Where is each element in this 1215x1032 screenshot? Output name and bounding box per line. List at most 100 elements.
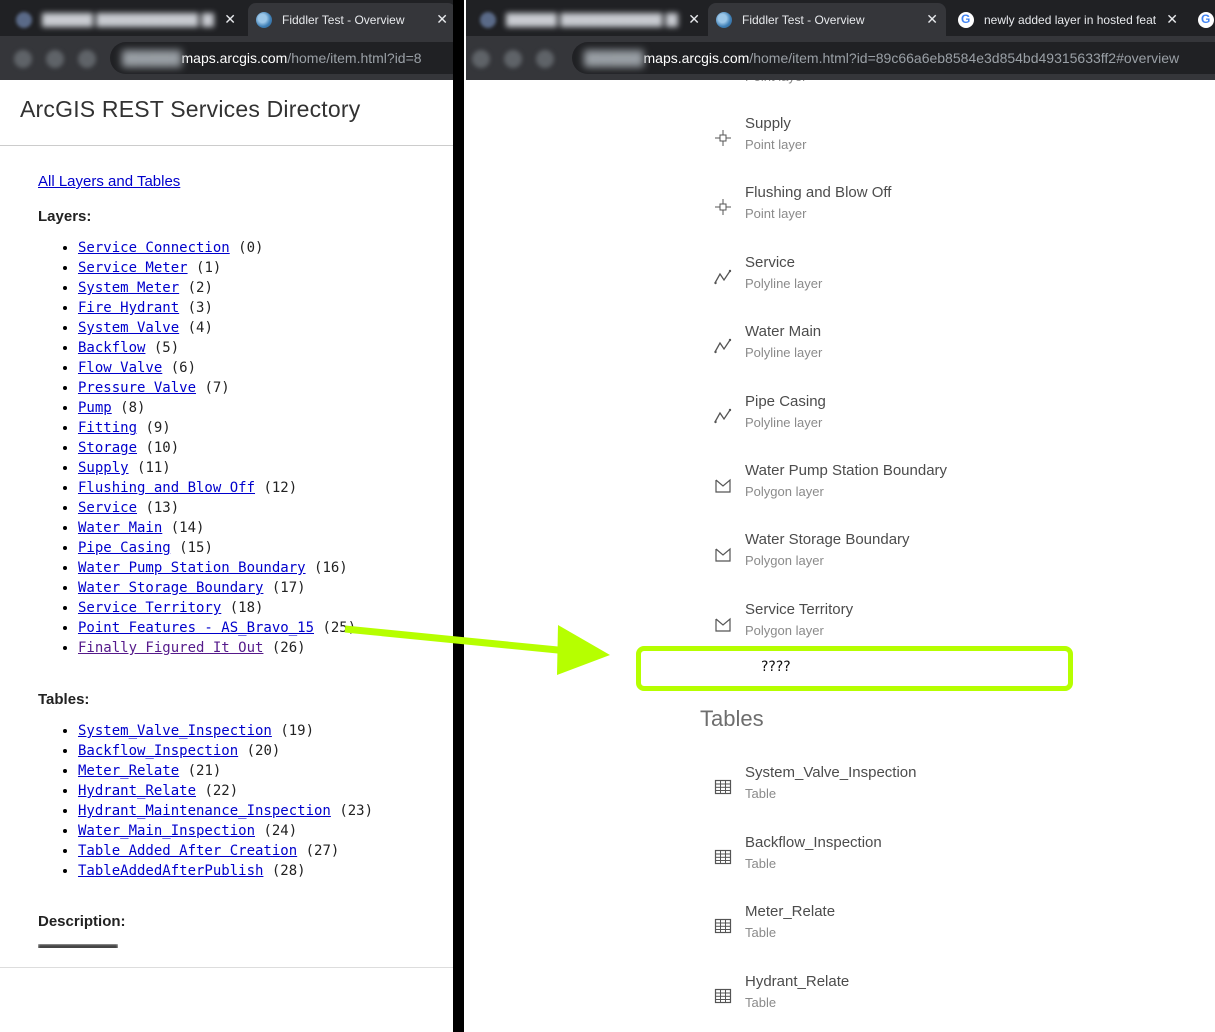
right-address-bar[interactable]: ██████maps.arcgis.com/home/item.html?id=… <box>572 42 1215 74</box>
service-link[interactable]: Water Storage Boundary <box>78 580 263 596</box>
right-tab-partial[interactable] <box>1190 3 1215 36</box>
overview-item[interactable]: Water Storage Boundary Polygon layer <box>466 531 1066 591</box>
overview-item[interactable]: Pipe Casing Polyline layer <box>466 393 1066 453</box>
service-link[interactable]: TableAddedAfterPublish <box>78 863 263 879</box>
left-tab-fiddler-overview[interactable]: Fiddler Test - Overview ✕ <box>248 3 456 36</box>
overview-item-name[interactable]: Pipe Casing <box>745 393 826 410</box>
right-toolbar: ██████maps.arcgis.com/home/item.html?id=… <box>466 36 1215 80</box>
polygon-icon <box>714 476 732 494</box>
service-link[interactable]: Pressure Valve <box>78 380 196 396</box>
forward-icon[interactable] <box>504 50 522 68</box>
reload-icon[interactable] <box>78 50 96 68</box>
right-tab-fiddler-overview[interactable]: Fiddler Test - Overview ✕ <box>708 3 946 36</box>
close-icon[interactable]: ✕ <box>1166 11 1178 28</box>
service-id: (13) <box>145 500 180 516</box>
left-address-bar[interactable]: ██████maps.arcgis.com/home/item.html?id=… <box>110 42 456 74</box>
polyline-icon <box>714 407 732 425</box>
service-link[interactable]: Table Added After Creation <box>78 843 297 859</box>
service-link[interactable]: Point Features - AS_Bravo_15 <box>78 620 314 636</box>
service-link[interactable]: Pipe Casing <box>78 540 171 556</box>
overview-item-name[interactable]: Supply <box>745 115 791 132</box>
close-icon[interactable]: ✕ <box>436 11 448 28</box>
service-link[interactable]: Service <box>78 500 137 516</box>
service-link[interactable]: Backflow <box>78 340 145 356</box>
tables-heading: Tables: <box>38 691 90 708</box>
google-icon <box>958 11 974 28</box>
service-link[interactable]: System Meter <box>78 280 179 296</box>
service-id: (16) <box>314 560 348 576</box>
close-icon[interactable]: ✕ <box>926 11 938 28</box>
service-link[interactable]: Backflow_Inspection <box>78 743 238 759</box>
overview-item-name[interactable]: Service <box>745 254 795 271</box>
overview-item[interactable]: Supply Point layer <box>466 115 1066 175</box>
close-icon[interactable]: ✕ <box>688 11 700 28</box>
service-id: (10) <box>145 440 180 456</box>
service-list-item: Hydrant_Relate (22) <box>78 781 373 801</box>
back-icon[interactable] <box>472 50 490 68</box>
right-tab-blurred[interactable]: ██████ ████████████ ██ ✕ <box>472 3 708 36</box>
overview-item[interactable]: Meter_Relate Table <box>466 903 1066 963</box>
service-link[interactable]: Flushing and Blow Off <box>78 480 255 496</box>
address-path: /home/item.html?id=8 <box>287 50 422 66</box>
overview-item-name[interactable]: Service Territory <box>745 601 853 618</box>
overview-item-name[interactable]: System_Valve_Inspection <box>745 764 916 781</box>
service-list-item: TableAddedAfterPublish (28) <box>78 861 373 881</box>
all-layers-and-tables-link[interactable]: All Layers and Tables <box>38 173 180 190</box>
missing-layer-highlight: ???? <box>636 646 1073 691</box>
service-link[interactable]: Service Meter <box>78 260 188 276</box>
service-link[interactable]: Hydrant_Relate <box>78 783 196 799</box>
overview-item-type: Point layer <box>745 206 807 222</box>
service-link[interactable]: Water Pump Station Boundary <box>78 560 306 576</box>
service-list-item: Water Pump Station Boundary (16) <box>78 558 356 578</box>
table-icon <box>714 987 732 1005</box>
service-list-item: Fitting (9) <box>78 418 356 438</box>
overview-item-name[interactable]: Water Main <box>745 323 821 340</box>
service-link[interactable]: Storage <box>78 440 137 456</box>
back-icon[interactable] <box>14 50 32 68</box>
service-list-item: Flow Valve (6) <box>78 358 356 378</box>
reload-icon[interactable] <box>536 50 554 68</box>
overview-item[interactable]: Water Pump Station Boundary Polygon layer <box>466 462 1066 522</box>
page-title: ArcGIS REST Services Directory <box>0 80 456 146</box>
service-id: (19) <box>280 723 315 739</box>
service-link[interactable]: Water Main <box>78 520 162 536</box>
overview-item-name[interactable]: Backflow_Inspection <box>745 834 882 851</box>
overview-item[interactable]: Backflow_Inspection Table <box>466 834 1066 894</box>
service-link[interactable]: Service Territory <box>78 600 221 616</box>
overview-item-name[interactable]: Meter_Relate <box>745 903 835 920</box>
service-link[interactable]: Finally Figured It Out <box>78 640 263 656</box>
right-tab-google-search[interactable]: newly added layer in hosted feat ✕ <box>950 3 1186 36</box>
overview-item-name[interactable]: Flushing and Blow Off <box>745 184 891 201</box>
directory-body: All Layers and Tables Layers: Service Co… <box>0 146 456 968</box>
service-link[interactable]: Pump <box>78 400 112 416</box>
service-list-item: Pressure Valve (7) <box>78 378 356 398</box>
service-link[interactable]: Fitting <box>78 420 137 436</box>
overview-item-name[interactable]: Water Storage Boundary <box>745 531 910 548</box>
left-toolbar: ██████maps.arcgis.com/home/item.html?id=… <box>0 36 456 80</box>
service-link[interactable]: System_Valve_Inspection <box>78 723 272 739</box>
description-text-cutoff <box>38 944 118 948</box>
service-link[interactable]: Fire Hydrant <box>78 300 179 316</box>
overview-item-name[interactable]: Hydrant_Relate <box>745 973 849 990</box>
forward-icon[interactable] <box>46 50 64 68</box>
service-link[interactable]: Flow Valve <box>78 360 162 376</box>
overview-item[interactable]: Service Polyline layer <box>466 254 1066 314</box>
service-link[interactable]: Service Connection <box>78 240 230 256</box>
left-tab-blurred[interactable]: ██████ ████████████ ██ ✕ <box>8 3 244 36</box>
address-redacted: ██████ <box>122 50 182 66</box>
overview-item[interactable]: Hydrant_Relate Table <box>466 973 1066 1032</box>
service-link[interactable]: Supply <box>78 460 129 476</box>
overview-item-name[interactable]: Water Pump Station Boundary <box>745 462 947 479</box>
service-link[interactable]: System Valve <box>78 320 179 336</box>
overview-item[interactable]: System_Valve_Inspection Table <box>466 764 1066 824</box>
overview-item-type: Polyline layer <box>745 275 823 291</box>
arcgis-globe-icon <box>256 11 272 28</box>
overview-item[interactable]: Flushing and Blow Off Point layer <box>466 184 1066 244</box>
service-list-item: Supply (11) <box>78 458 356 478</box>
close-icon[interactable]: ✕ <box>224 11 236 28</box>
overview-item[interactable]: Water Main Polyline layer <box>466 323 1066 383</box>
service-link[interactable]: Hydrant_Maintenance_Inspection <box>78 803 331 819</box>
service-id: (2) <box>187 280 213 296</box>
service-link[interactable]: Meter_Relate <box>78 763 179 779</box>
service-link[interactable]: Water_Main_Inspection <box>78 823 255 839</box>
